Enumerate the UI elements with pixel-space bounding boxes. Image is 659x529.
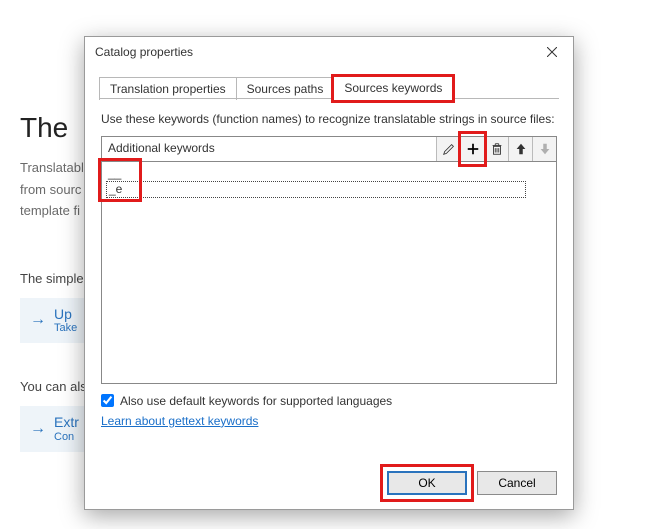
plus-icon bbox=[466, 142, 480, 156]
cancel-button[interactable]: Cancel bbox=[477, 471, 557, 495]
tab-sources-keywords[interactable]: Sources keywords bbox=[333, 76, 453, 100]
dialog-body: Use these keywords (function names) to r… bbox=[85, 99, 573, 461]
keywords-label: Additional keywords bbox=[102, 137, 436, 161]
delete-keyword-button[interactable] bbox=[484, 137, 508, 161]
keyword-item[interactable]: __ bbox=[106, 166, 552, 181]
ok-button[interactable]: OK bbox=[387, 471, 467, 495]
update-button[interactable]: → Up Take bbox=[20, 298, 90, 344]
close-icon bbox=[547, 47, 557, 57]
checkbox-label: Also use default keywords for supported … bbox=[120, 394, 392, 408]
keywords-list[interactable]: __ _e bbox=[101, 162, 557, 384]
arrow-right-icon: → bbox=[30, 420, 46, 438]
default-keywords-checkbox[interactable] bbox=[101, 394, 114, 407]
button-sublabel: Con bbox=[54, 431, 79, 444]
edit-keyword-button[interactable] bbox=[436, 137, 460, 161]
pencil-icon bbox=[442, 142, 456, 156]
tab-sources-paths[interactable]: Sources paths bbox=[236, 77, 335, 100]
bg-text: Translatabl bbox=[20, 158, 90, 178]
learn-gettext-link[interactable]: Learn about gettext keywords bbox=[101, 414, 557, 428]
tabs-bar: Translation properties Sources paths Sou… bbox=[85, 67, 573, 99]
arrow-down-icon bbox=[538, 142, 552, 156]
dialog-title: Catalog properties bbox=[95, 45, 531, 59]
button-label: Up bbox=[54, 306, 77, 323]
bg-text: from sourc bbox=[20, 180, 90, 200]
close-button[interactable] bbox=[531, 37, 573, 67]
add-keyword-button[interactable] bbox=[460, 137, 484, 161]
arrow-right-icon: → bbox=[30, 311, 46, 329]
button-sublabel: Take bbox=[54, 322, 77, 335]
move-down-button[interactable] bbox=[532, 137, 556, 161]
instruction-text: Use these keywords (function names) to r… bbox=[101, 111, 557, 128]
default-keywords-checkbox-row[interactable]: Also use default keywords for supported … bbox=[101, 394, 557, 408]
keywords-header: Additional keywords bbox=[101, 136, 557, 162]
move-up-button[interactable] bbox=[508, 137, 532, 161]
dialog-footer: OK Cancel bbox=[85, 461, 573, 509]
trash-icon bbox=[490, 142, 504, 156]
tab-translation-properties[interactable]: Translation properties bbox=[99, 77, 237, 100]
arrow-up-icon bbox=[514, 142, 528, 156]
catalog-properties-dialog: Catalog properties Translation propertie… bbox=[84, 36, 574, 510]
extract-button[interactable]: → Extr Con bbox=[20, 406, 90, 452]
bg-text: template fi bbox=[20, 201, 90, 221]
button-label: Extr bbox=[54, 414, 79, 431]
dialog-titlebar: Catalog properties bbox=[85, 37, 573, 67]
keyword-item-editing[interactable]: _e bbox=[106, 181, 526, 198]
